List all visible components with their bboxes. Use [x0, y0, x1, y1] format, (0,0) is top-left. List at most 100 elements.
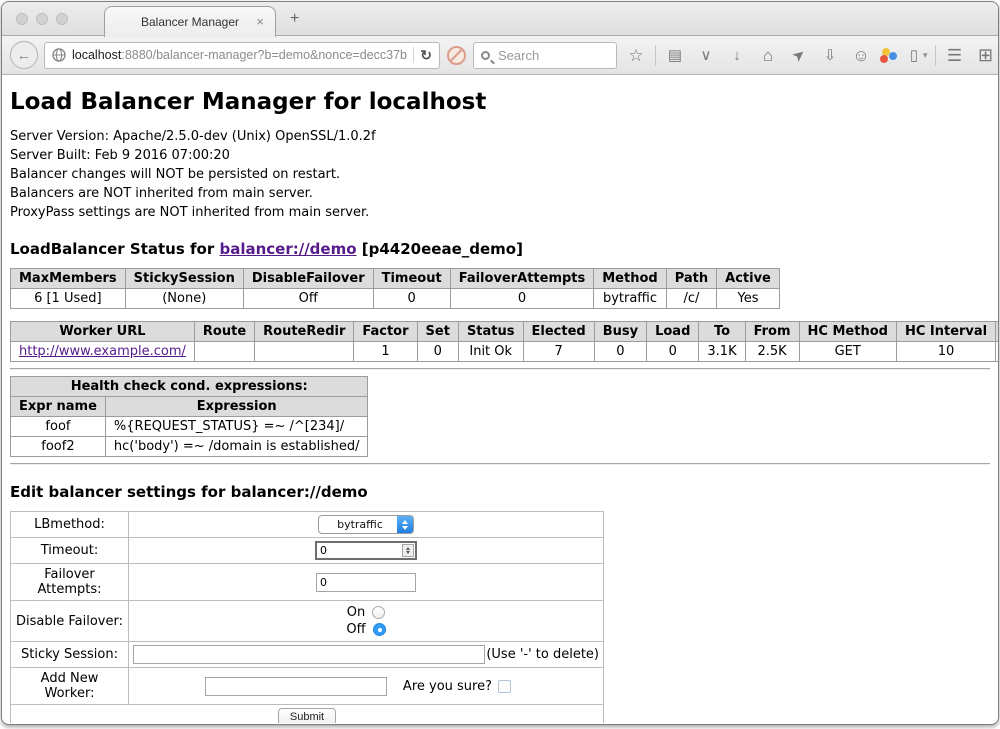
column-header: Expression — [105, 397, 368, 417]
url-text: localhost:8880/balancer-manager?b=demo&n… — [72, 48, 407, 62]
add-worker-label: Add New Worker: — [11, 668, 129, 705]
new-tab-button[interactable]: + — [290, 10, 299, 28]
table-cell — [255, 342, 354, 362]
close-tab-icon[interactable]: × — [256, 14, 264, 29]
back-button[interactable]: ← — [10, 41, 38, 69]
add-worker-input[interactable] — [205, 677, 387, 696]
failover-on-radio[interactable] — [372, 606, 385, 619]
table-cell: 0 — [647, 342, 699, 362]
feedback-smiley-icon[interactable]: ☺ — [849, 47, 873, 64]
failover-attempts-row: Failover Attempts: — [11, 564, 604, 601]
clipboard-icon[interactable]: ▤ — [663, 48, 687, 63]
failover-off-radio[interactable] — [373, 623, 386, 636]
worker-status-table: Worker URLRouteRouteRedirFactorSetStatus… — [10, 321, 998, 362]
page-title: Load Balancer Manager for localhost — [10, 89, 990, 115]
are-you-sure-checkbox[interactable] — [498, 680, 511, 693]
lbmethod-row: LBmethod: bytraffic — [11, 512, 604, 538]
menu-hamburger-icon[interactable]: ☰ — [943, 47, 967, 64]
table-cell: 10 — [896, 342, 995, 362]
inherit-notice-line: Balancers are NOT inherited from main se… — [10, 184, 990, 203]
disable-failover-label: Disable Failover: — [11, 601, 129, 642]
submit-button[interactable]: Submit — [278, 708, 336, 723]
table-cell: /c/ — [666, 289, 716, 309]
table-row: foof2hc('body') =~ /domain is establishe… — [11, 437, 368, 457]
failover-on-label: On — [347, 605, 365, 620]
page-content: Load Balancer Manager for localhost Serv… — [2, 75, 998, 723]
table-cell: 0 — [417, 342, 458, 362]
column-header: From — [745, 322, 799, 342]
balancer-demo-link[interactable]: balancer://demo — [219, 240, 356, 258]
worker-url-link[interactable]: http://www.example.com/ — [19, 344, 186, 359]
table-row: http://www.example.com/10Init Ok7003.1K2… — [11, 342, 999, 362]
table-cell: 1 (0) — [996, 342, 998, 362]
column-header: Busy — [594, 322, 646, 342]
column-header: Factor — [354, 322, 417, 342]
failover-attempts-label: Failover Attempts: — [11, 564, 129, 601]
divider — [10, 368, 990, 370]
table-cell: 7 — [523, 342, 594, 362]
server-version-line: Server Version: Apache/2.5.0-dev (Unix) … — [10, 127, 990, 146]
reload-icon[interactable]: ↻ — [420, 47, 432, 64]
column-header: To — [699, 322, 745, 342]
globe-icon — [52, 48, 66, 62]
table-cell: 0 — [373, 289, 450, 309]
table-cell: bytraffic — [594, 289, 666, 309]
pocket-icon[interactable]: ∨ — [694, 48, 718, 63]
device-menu[interactable]: ▯ ▾ — [907, 48, 928, 63]
save-page-icon[interactable]: ⇩ — [818, 48, 842, 63]
column-header: Method — [594, 269, 666, 289]
column-header: StickySession — [125, 269, 243, 289]
disable-failover-row: Disable Failover: On Off — [11, 601, 604, 642]
tab-balancer-manager[interactable]: Balancer Manager × — [104, 6, 276, 37]
timeout-label: Timeout: — [11, 538, 129, 564]
close-window-button[interactable] — [16, 13, 28, 25]
status-heading-suffix: [p4420eeae_demo] — [357, 240, 523, 258]
tab-title: Balancer Manager — [141, 15, 239, 29]
lbmethod-label: LBmethod: — [11, 512, 129, 538]
column-header: Timeout — [373, 269, 450, 289]
edit-balancer-heading: Edit balancer settings for balancer://de… — [10, 483, 990, 501]
table-cell: (None) — [125, 289, 243, 309]
downloads-icon[interactable]: ↓ — [725, 48, 749, 63]
number-stepper-icon[interactable] — [402, 544, 414, 557]
search-icon — [481, 51, 490, 60]
toolbar-separator — [655, 45, 656, 66]
tab-bar: Balancer Manager × + — [2, 2, 998, 36]
content-blocked-icon[interactable] — [447, 46, 466, 65]
status-heading-prefix: LoadBalancer Status for — [10, 240, 219, 258]
table-cell: 0 — [450, 289, 594, 309]
tab-groups-icon[interactable]: ⊞ — [974, 46, 998, 64]
home-icon[interactable]: ⌂ — [756, 47, 780, 64]
failover-attempts-input[interactable] — [316, 573, 416, 592]
url-bar[interactable]: localhost:8880/balancer-manager?b=demo&n… — [44, 42, 440, 69]
navigation-toolbar: ← localhost:8880/balancer-manager?b=demo… — [2, 36, 998, 75]
table-cell: 3.1K — [699, 342, 745, 362]
divider — [10, 463, 990, 465]
send-tab-icon[interactable]: ➤ — [785, 42, 813, 69]
table-cell: 2.5K — [745, 342, 799, 362]
sticky-session-row: Sticky Session: (Use '-' to delete) — [11, 642, 604, 668]
are-you-sure-label: Are you sure? — [403, 679, 492, 694]
failover-off-label: Off — [346, 622, 365, 637]
account-dots-icon[interactable] — [880, 47, 900, 64]
table-cell — [194, 342, 254, 362]
search-input[interactable] — [496, 47, 586, 64]
zoom-window-button[interactable] — [56, 13, 68, 25]
balancer-status-table: MaxMembersStickySessionDisableFailoverTi… — [10, 268, 780, 309]
bookmark-star-icon[interactable]: ☆ — [624, 47, 648, 64]
sticky-session-input[interactable] — [133, 645, 485, 664]
browser-window: Balancer Manager × + ← localhost:8880/ba… — [1, 1, 999, 725]
table-row: 6 [1 Used](None)Off00bytraffic/c/Yes — [11, 289, 780, 309]
column-header: HC Interval — [896, 322, 995, 342]
loadbalancer-status-heading: LoadBalancer Status for balancer://demo … — [10, 240, 990, 258]
minimize-window-button[interactable] — [36, 13, 48, 25]
search-bar[interactable] — [473, 42, 617, 69]
device-icon: ▯ — [907, 48, 921, 63]
column-header: DisableFailover — [243, 269, 373, 289]
column-header: Status — [458, 322, 523, 342]
lbmethod-select[interactable]: bytraffic — [318, 515, 414, 534]
column-header: Path — [666, 269, 716, 289]
column-header: FailoverAttempts — [450, 269, 594, 289]
sticky-session-label: Sticky Session: — [11, 642, 129, 668]
chevron-down-icon: ▾ — [923, 50, 928, 61]
